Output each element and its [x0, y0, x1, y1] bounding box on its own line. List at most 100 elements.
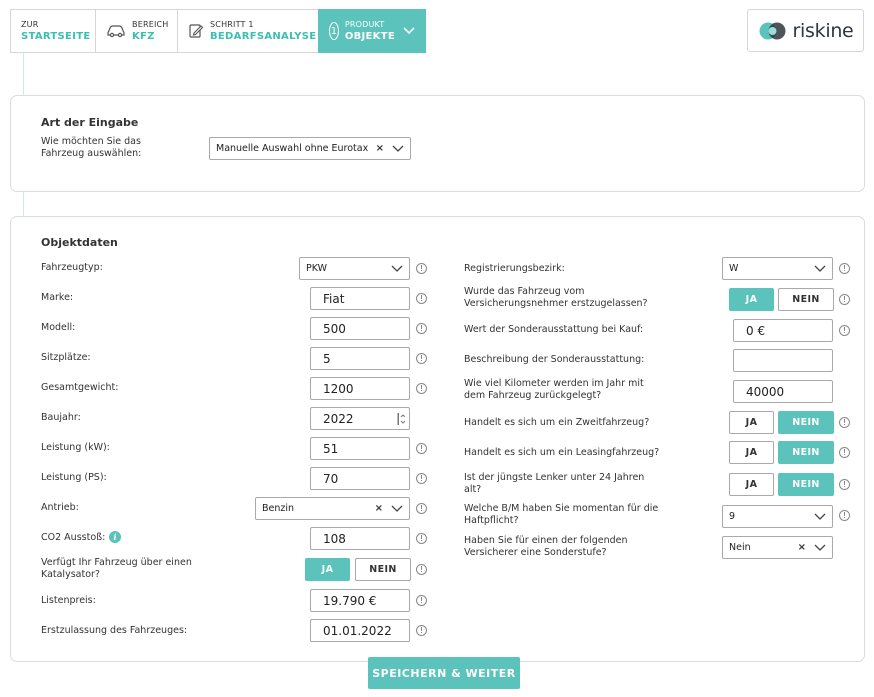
second-vehicle-label: Handelt es sich um ein Zweitfahrzeug? [464, 417, 650, 428]
first-registration-input[interactable]: 01.01.2022 [310, 619, 410, 642]
leasing-no-button[interactable]: NEIN [778, 441, 834, 464]
info-icon[interactable]: ! [416, 383, 427, 394]
brand-name: riskine [792, 19, 854, 42]
year-input[interactable]: 2022 [310, 407, 410, 430]
info-icon[interactable]: ! [416, 625, 427, 636]
km-per-year-label: Wie viel Kilometer werden im Jahr mit de… [464, 378, 644, 401]
input-type-select[interactable]: Manuelle Auswahl ohne Eurotax × [209, 137, 411, 160]
chevron-down-icon [814, 544, 826, 551]
district-label: Registrierungsbezirk: [464, 263, 565, 274]
nav-area[interactable]: BEREICH KFZ [95, 9, 178, 53]
select-value: Manuelle Auswahl ohne Eurotax [216, 143, 369, 154]
step-number-icon: 1 [329, 22, 339, 40]
drive-select[interactable]: Benzin × [255, 497, 410, 520]
info-icon[interactable]: ! [416, 353, 427, 364]
spinner-icon[interactable] [397, 412, 405, 426]
bonus-malus-select[interactable]: 9 [722, 505, 833, 528]
seats-input[interactable]: 5 [310, 347, 410, 370]
extras-desc-label: Beschreibung der Sonderausstattung: [464, 354, 645, 365]
info-icon[interactable]: ! [839, 479, 850, 490]
nav-home-label: STARTSEITE [21, 30, 91, 42]
catalyst-yes-button[interactable]: JA [305, 558, 350, 581]
vehicle-type-label: Fahrzeugtyp: [41, 262, 103, 273]
clear-icon[interactable]: × [375, 503, 383, 514]
nav-step-label: BEDARFSANALYSE [210, 30, 317, 42]
info-icon[interactable]: ! [416, 533, 427, 544]
power-kw-input[interactable]: 51 [310, 437, 410, 460]
first-registered-label: Wurde das Fahrzeug vom Versicherungsnehm… [464, 286, 648, 309]
district-select[interactable]: W [722, 257, 833, 280]
special-level-select[interactable]: Nein × [722, 536, 833, 559]
info-icon[interactable]: ! [416, 263, 427, 274]
select-value: W [729, 263, 739, 274]
info-icon[interactable]: ! [839, 325, 850, 336]
special-level-label: Haben Sie für einen der folgenden Versic… [464, 535, 628, 558]
info-icon[interactable]: ! [839, 447, 850, 458]
select-value: PKW [306, 263, 328, 274]
info-icon[interactable]: ! [416, 323, 427, 334]
select-value: 9 [729, 511, 736, 522]
edit-document-icon [188, 23, 204, 39]
leasing-yes-button[interactable]: JA [729, 441, 774, 464]
km-per-year-input[interactable]: 40000 [733, 380, 833, 403]
weight-input[interactable]: 1200 [310, 377, 410, 400]
year-label: Baujahr: [41, 412, 81, 423]
logo-mark-icon [759, 22, 786, 39]
info-icon[interactable]: ! [416, 293, 427, 304]
brand-label: Marke: [41, 292, 74, 303]
model-label: Modell: [41, 322, 76, 333]
info-icon[interactable]: ! [839, 294, 850, 305]
info-icon[interactable]: ! [839, 417, 850, 428]
info-icon[interactable]: ! [416, 595, 427, 606]
model-input[interactable]: 500 [310, 317, 410, 340]
info-icon[interactable]: ! [839, 263, 850, 274]
brand-logo: riskine [747, 9, 864, 52]
info-tooltip-icon[interactable]: i [109, 531, 121, 543]
co2-input[interactable]: 108 [310, 527, 410, 550]
young-driver-no-button[interactable]: NEIN [778, 473, 834, 496]
info-icon[interactable]: ! [839, 510, 850, 521]
list-price-input[interactable]: 19.790 € [310, 589, 410, 612]
car-icon [106, 24, 126, 38]
young-driver-label: Ist der jüngste Lenker unter 24 Jahren a… [464, 472, 645, 495]
save-and-continue-button[interactable]: SPEICHERN & WEITER [368, 657, 520, 689]
power-ps-input[interactable]: 70 [310, 467, 410, 490]
first-registered-no-button[interactable]: NEIN [778, 288, 834, 311]
card-title: Art der Eingabe [41, 116, 139, 129]
vehicle-type-select[interactable]: PKW [299, 257, 410, 280]
second-vehicle-no-button[interactable]: NEIN [778, 411, 834, 434]
card-title: Objektdaten [41, 236, 118, 249]
nav-product-small: PRODUKT [344, 19, 385, 29]
info-icon[interactable]: ! [416, 564, 427, 575]
brand-input[interactable]: Fiat [310, 287, 410, 310]
first-registered-yes-button[interactable]: JA [729, 288, 774, 311]
nav-product[interactable]: 1 PRODUKT OBJEKTE [318, 9, 426, 53]
nav-step[interactable]: SCHRITT 1 BEDARFSANALYSE [177, 9, 319, 53]
power-kw-label: Leistung (kW): [41, 442, 110, 453]
young-driver-yes-button[interactable]: JA [729, 473, 774, 496]
first-registration-label: Erstzulassung des Fahrzeuges: [41, 625, 188, 636]
seats-label: Sitzplätze: [41, 352, 91, 363]
info-icon[interactable]: ! [416, 443, 427, 454]
input-type-question: Wie möchten Sie das Fahrzeug auswählen: [41, 136, 142, 159]
clear-icon[interactable]: × [798, 542, 806, 553]
bonus-malus-label: Welche B/M haben Sie momentan für die Ha… [464, 503, 659, 526]
list-price-label: Listenpreis: [41, 595, 96, 606]
progress-line [23, 192, 24, 217]
info-icon[interactable]: ! [416, 473, 427, 484]
weight-label: Gesamtgewicht: [41, 382, 119, 393]
nav-home-small: ZUR [21, 19, 39, 29]
progress-line [23, 53, 24, 96]
info-icon[interactable]: ! [416, 503, 427, 514]
nav-home[interactable]: ZUR STARTSEITE [10, 9, 96, 53]
catalyst-label: Verfügt Ihr Fahrzeug über einen Katalysa… [41, 557, 192, 580]
chevron-down-icon [391, 265, 403, 272]
year-value: 2022 [323, 411, 354, 426]
second-vehicle-yes-button[interactable]: JA [729, 411, 774, 434]
extras-value-input[interactable]: 0 € [733, 319, 833, 342]
extras-desc-input[interactable] [733, 349, 833, 372]
power-ps-label: Leistung (PS): [41, 472, 107, 483]
clear-icon[interactable]: × [376, 143, 384, 154]
catalyst-no-button[interactable]: NEIN [355, 558, 411, 581]
select-value: Nein [729, 542, 751, 553]
